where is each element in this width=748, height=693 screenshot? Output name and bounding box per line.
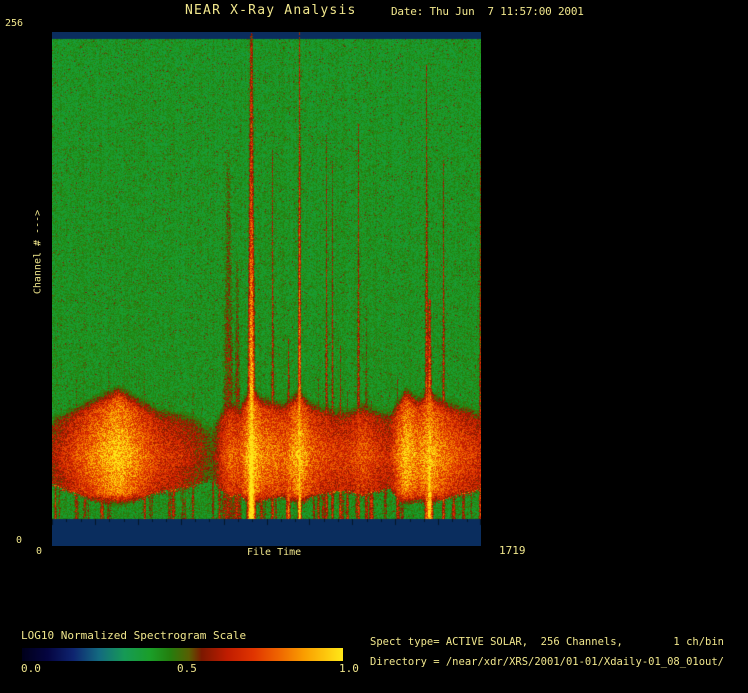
date-label: Date: Thu Jun 7 11:57:00 2001 <box>391 5 584 18</box>
near-xray-analysis-window: { "header": { "title": "NEAR X-Ray Analy… <box>0 0 748 693</box>
spect-type-label: Spect type= ACTIVE SOLAR, 256 Channels, … <box>370 636 725 648</box>
y-axis-min-label: 0 <box>16 535 23 546</box>
y-axis-label: Channel # ---> <box>32 209 44 295</box>
colorbar-tick-mid: 0.5 <box>177 662 197 675</box>
colorbar-tick-max: 1.0 <box>339 662 359 675</box>
colorbar-gradient <box>22 648 343 661</box>
colorbar-tick-min: 0.0 <box>21 662 41 675</box>
y-axis-max-label: 256 <box>5 18 24 29</box>
spectrogram-canvas <box>52 32 481 546</box>
colorbar-title: LOG10 Normalized Spectrogram Scale <box>21 629 247 642</box>
page-title: NEAR X-Ray Analysis <box>185 3 357 18</box>
x-axis-min-label: 0 <box>36 546 43 557</box>
x-axis-max-label: 1719 <box>499 544 526 557</box>
x-axis-label: File Time <box>247 547 302 558</box>
directory-label: Directory = /near/xdr/XRS/2001/01-01/Xda… <box>370 656 725 668</box>
